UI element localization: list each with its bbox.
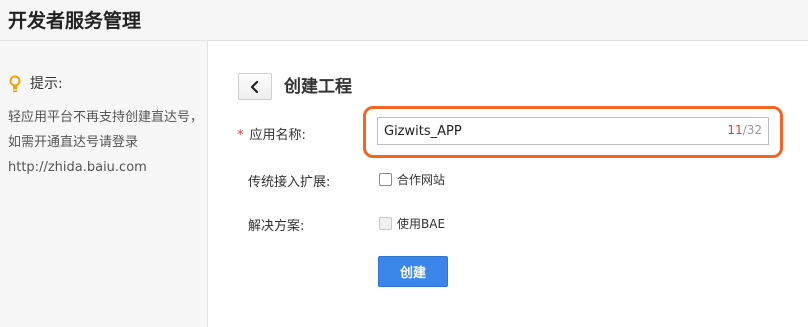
page-title: 创建工程 xyxy=(284,77,352,97)
create-button[interactable]: 创建 xyxy=(378,256,448,287)
app-name-input[interactable] xyxy=(378,118,718,144)
app-name-field[interactable]: 11/32 xyxy=(377,117,769,145)
app-name-label: * 应用名称: xyxy=(237,124,306,143)
partner-site-label: 合作网站 xyxy=(397,173,446,187)
top-header: 开发者服务管理 xyxy=(0,0,808,41)
char-counter: 11/32 xyxy=(727,123,762,137)
char-max: /32 xyxy=(742,123,762,137)
partner-site-checkbox[interactable] xyxy=(379,173,392,186)
use-bae-checkbox[interactable] xyxy=(379,217,392,230)
sidebar-tip-panel: 提示: 轻应用平台不再支持创建直达号，如需开通直达号请登录http://zhid… xyxy=(0,41,208,327)
page-header-title: 开发者服务管理 xyxy=(8,10,142,32)
app-name-label-text: 应用名称: xyxy=(249,128,306,143)
required-mark: * xyxy=(237,128,244,143)
back-button[interactable] xyxy=(238,73,272,100)
extension-label: 传统接入扩展: xyxy=(248,175,331,190)
lightbulb-icon xyxy=(9,75,21,93)
tip-text: 轻应用平台不再支持创建直达号，如需开通直达号请登录http://zhida.ba… xyxy=(8,110,204,175)
tip-label: 提示: xyxy=(30,76,63,92)
chevron-left-icon xyxy=(250,80,259,93)
solution-label: 解决方案: xyxy=(248,219,305,234)
char-count: 11 xyxy=(727,123,743,137)
use-bae-label: 使用BAE xyxy=(397,217,446,231)
